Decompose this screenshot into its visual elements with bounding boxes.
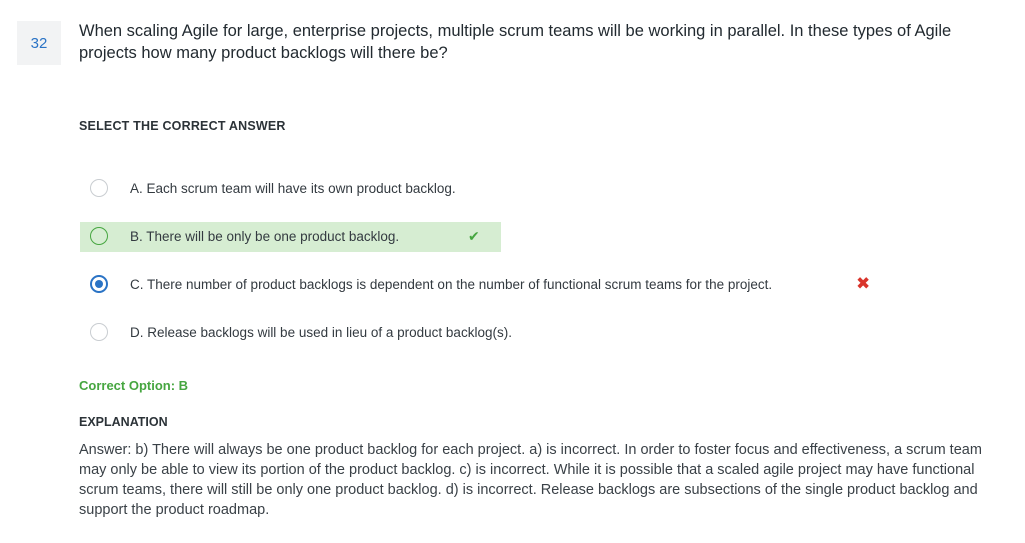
option-label: B. There will be only be one product bac… [130,229,400,244]
cross-icon: ✖ [856,274,871,293]
correct-option-text: Correct Option: B [79,378,189,393]
option-a[interactable]: A. Each scrum team will have its own pro… [80,174,980,204]
select-answer-heading: SELECT THE CORRECT ANSWER [79,119,286,133]
option-d[interactable]: D. Release backlogs will be used in lieu… [80,318,980,348]
question-number: 32 [17,21,61,65]
explanation-heading: EXPLANATION [79,415,168,429]
check-icon: ✔ [468,228,480,244]
option-label: A. Each scrum team will have its own pro… [130,181,456,196]
option-label: D. Release backlogs will be used in lieu… [130,325,512,340]
radio-button[interactable] [90,227,108,245]
question-text: When scaling Agile for large, enterprise… [79,22,952,62]
option-label: C. There number of product backlogs is d… [130,277,773,292]
option-c[interactable]: C. There number of product backlogs is d… [80,270,980,300]
radio-button[interactable] [90,179,108,197]
explanation-text: Answer: b) There will always be one prod… [79,442,982,518]
radio-button[interactable] [90,323,108,341]
radio-button-selected[interactable] [90,275,108,293]
option-b[interactable]: B. There will be only be one product bac… [80,222,501,252]
